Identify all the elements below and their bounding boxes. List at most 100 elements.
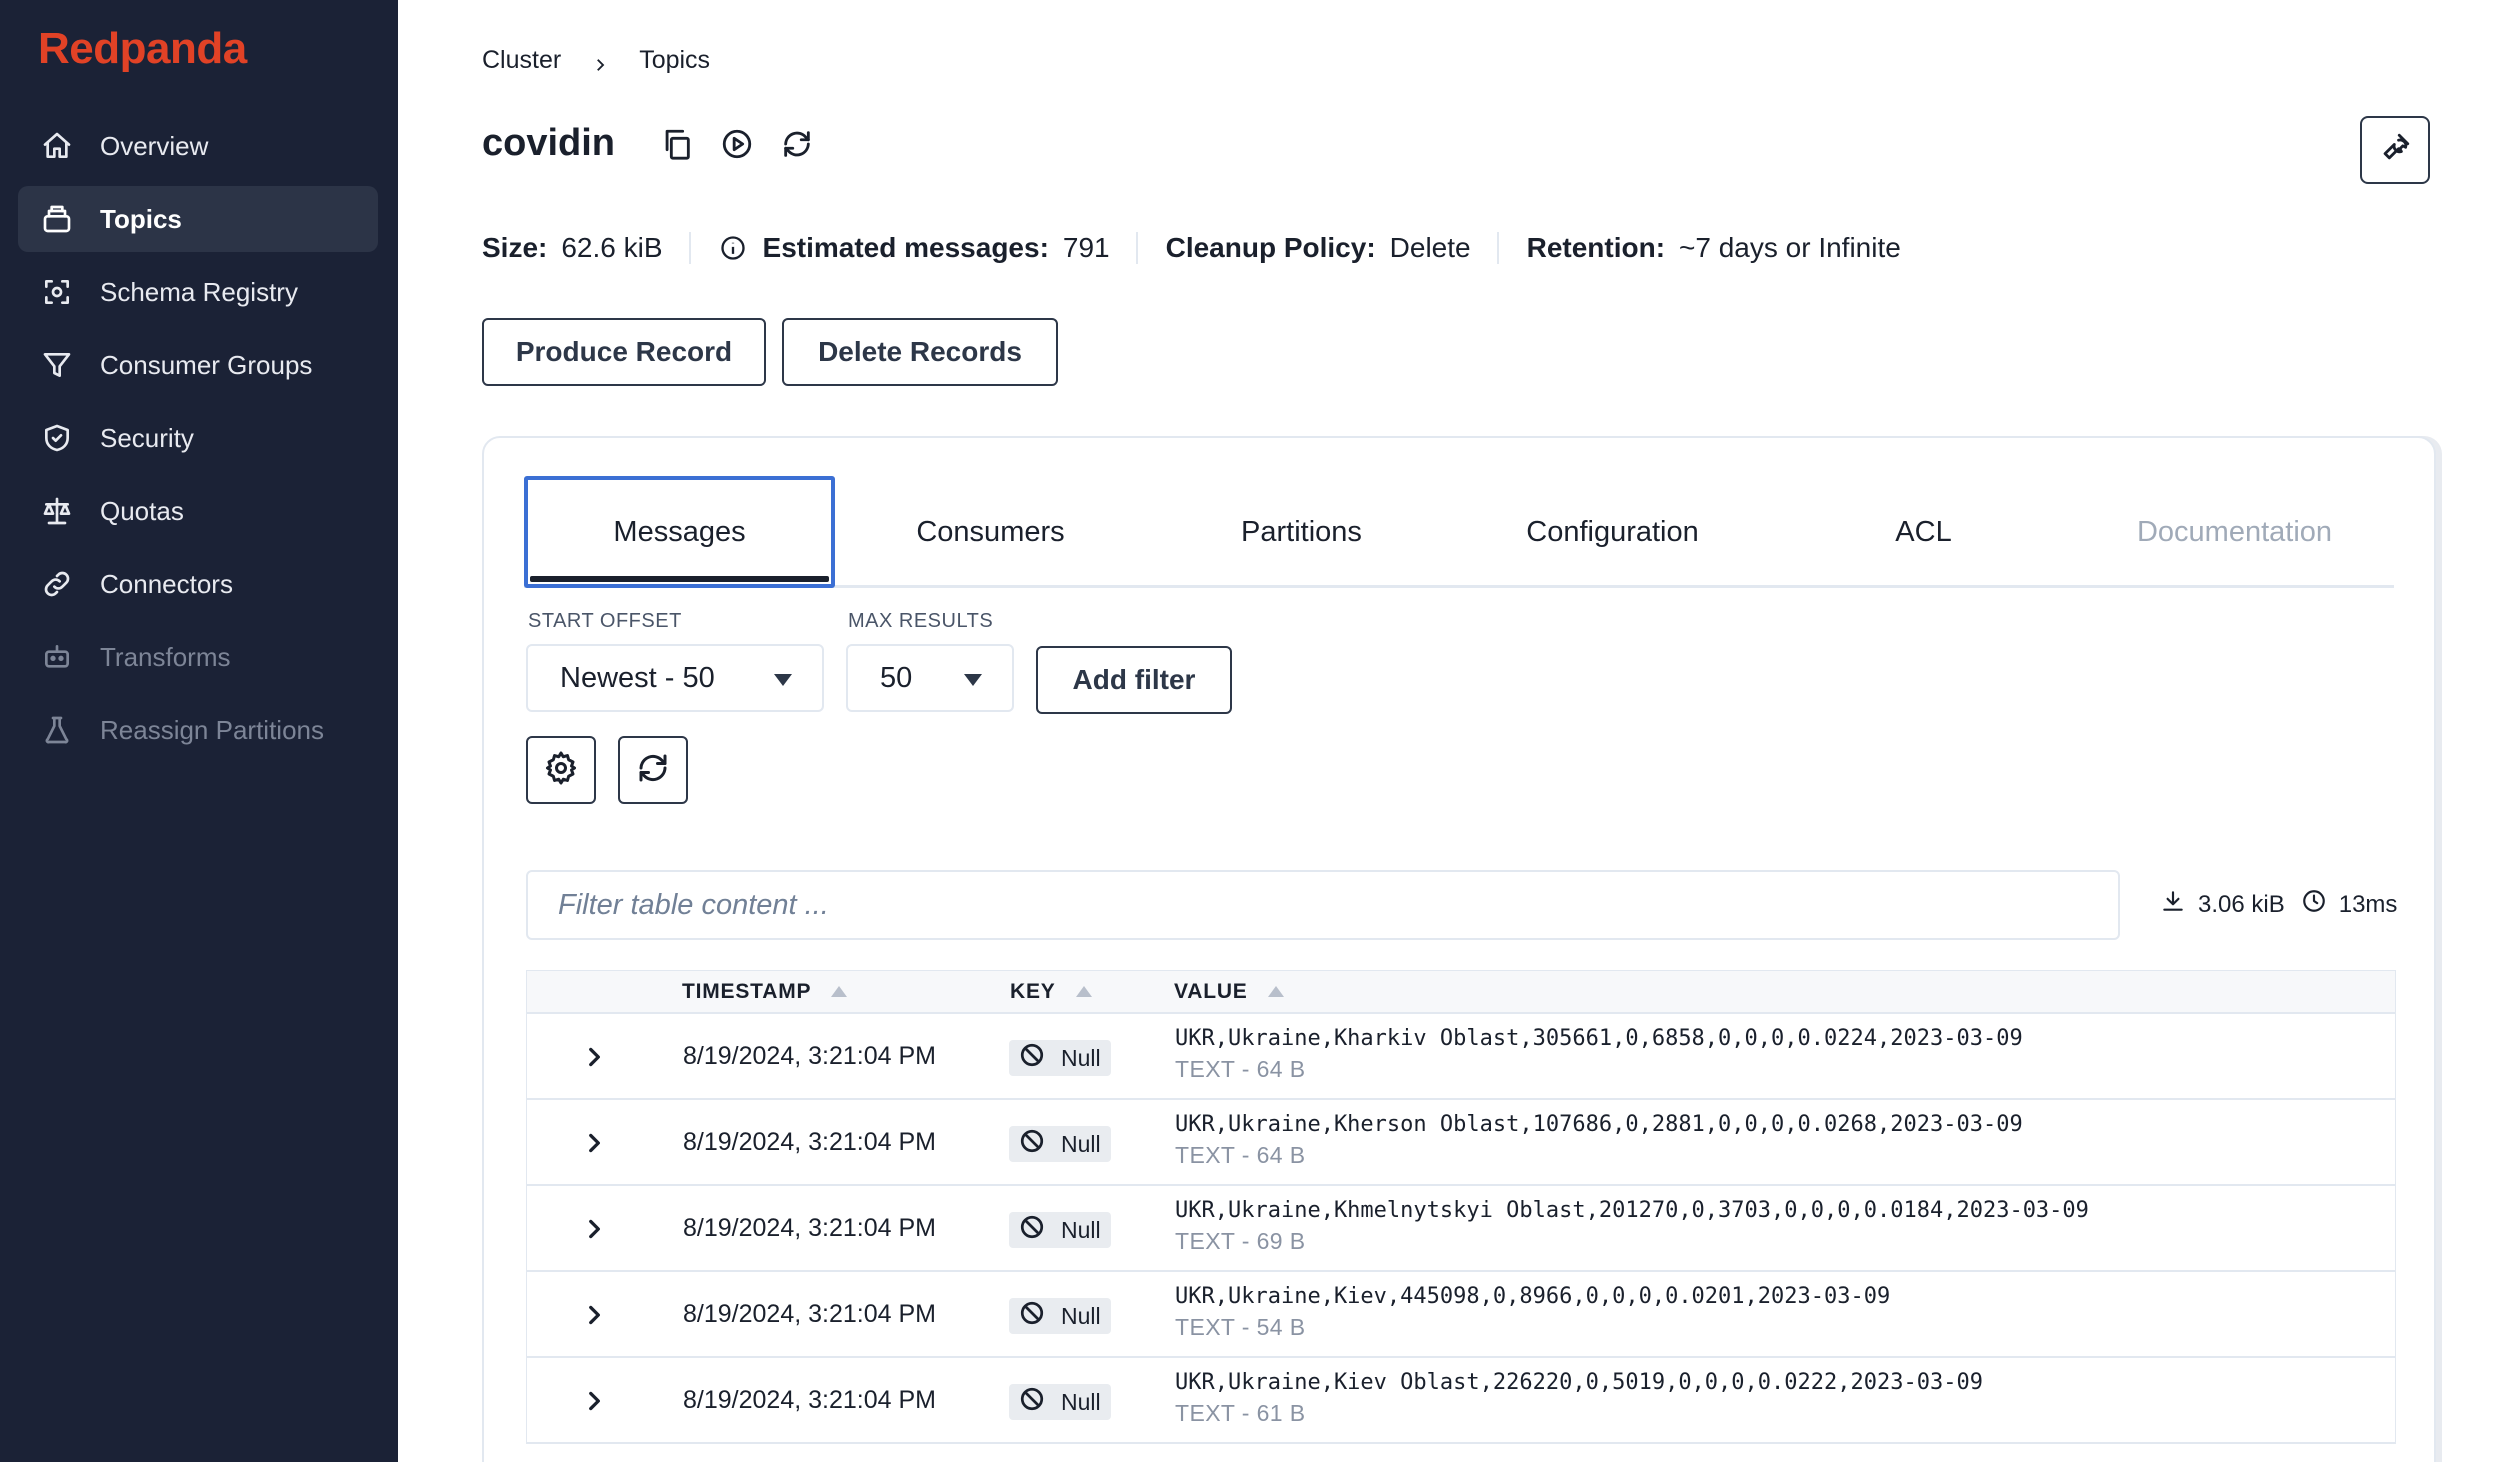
table-header: TIMESTAMP KEY VALUE bbox=[526, 970, 2396, 1014]
sidebar-item-label: Topics bbox=[100, 203, 182, 234]
chevron-right-icon[interactable] bbox=[581, 1130, 607, 1156]
sidebar-item-topics[interactable]: Topics bbox=[18, 186, 378, 252]
null-key-badge: Null bbox=[1009, 1298, 1111, 1334]
settings-button[interactable] bbox=[526, 736, 596, 804]
null-icon bbox=[1019, 1386, 1061, 1418]
filter-table-input[interactable] bbox=[526, 870, 2120, 940]
sidebar-item-label: Quotas bbox=[100, 495, 184, 526]
gear-icon bbox=[543, 750, 579, 791]
breadcrumb-topics[interactable]: Topics bbox=[639, 46, 710, 75]
chevron-right-icon bbox=[591, 52, 609, 71]
row-timestamp: 8/19/2024, 3:21:04 PM bbox=[683, 1214, 936, 1242]
reload-button[interactable] bbox=[618, 736, 688, 804]
shield-icon bbox=[40, 421, 74, 455]
null-icon bbox=[1019, 1042, 1061, 1074]
sidebar-item-label: Transforms bbox=[100, 641, 231, 672]
tab-configuration[interactable]: Configuration bbox=[1457, 476, 1768, 588]
chevron-right-icon[interactable] bbox=[581, 1044, 607, 1070]
chevron-right-icon[interactable] bbox=[581, 1302, 607, 1328]
download-icon bbox=[2160, 888, 2198, 921]
title-row: covidin bbox=[482, 122, 817, 165]
max-results-label: MAX RESULTS bbox=[848, 610, 994, 632]
clock-icon bbox=[2301, 888, 2339, 921]
row-value-type: TEXT - 54 B bbox=[1175, 1314, 1306, 1340]
row-value-type: TEXT - 64 B bbox=[1175, 1142, 1306, 1168]
sidebar-item-security[interactable]: Security bbox=[18, 405, 378, 471]
sidebar-item-connectors[interactable]: Connectors bbox=[18, 551, 378, 617]
sidebar-nav: Overview Topics Schema Registry Consumer… bbox=[18, 113, 378, 770]
null-key-badge: Null bbox=[1009, 1040, 1111, 1076]
row-timestamp: 8/19/2024, 3:21:04 PM bbox=[683, 1300, 936, 1328]
info-icon[interactable] bbox=[719, 234, 747, 262]
sort-icon bbox=[831, 986, 848, 997]
table-row[interactable]: 8/19/2024, 3:21:04 PM Null UKR,Ukraine,K… bbox=[526, 1358, 2396, 1444]
row-value: UKR,Ukraine,Kharkiv Oblast,305661,0,6858… bbox=[1175, 1026, 2023, 1051]
topic-settings-button[interactable] bbox=[2360, 116, 2430, 184]
delete-records-button[interactable]: Delete Records bbox=[782, 318, 1058, 386]
fetch-duration: 13ms bbox=[2338, 890, 2398, 918]
null-icon bbox=[1019, 1214, 1061, 1246]
play-icon[interactable] bbox=[717, 124, 757, 164]
stat-retention: Retention: ~7 days or Infinite bbox=[1526, 232, 1901, 263]
topic-stats: Size: 62.6 kiB Estimated messages: 791 C… bbox=[482, 228, 1955, 268]
tab-documentation[interactable]: Documentation bbox=[2079, 476, 2390, 588]
sidebar-item-reassign-partitions[interactable]: Reassign Partitions bbox=[18, 697, 378, 763]
sidebar-item-consumer-groups[interactable]: Consumer Groups bbox=[18, 332, 378, 398]
row-value: UKR,Ukraine,Kherson Oblast,107686,0,2881… bbox=[1175, 1112, 2023, 1137]
table-row[interactable]: 8/19/2024, 3:21:04 PM Null UKR,Ukraine,K… bbox=[526, 1272, 2396, 1358]
sidebar-item-label: Overview bbox=[100, 130, 209, 161]
null-key-badge: Null bbox=[1009, 1212, 1111, 1248]
tab-messages[interactable]: Messages bbox=[524, 476, 835, 588]
schema-icon bbox=[40, 275, 74, 309]
row-value-type: TEXT - 61 B bbox=[1175, 1400, 1306, 1426]
sidebar-item-label: Consumer Groups bbox=[100, 349, 313, 380]
breadcrumb-cluster[interactable]: Cluster bbox=[482, 46, 561, 75]
table-row[interactable]: 8/19/2024, 3:21:04 PM Null UKR,Ukraine,K… bbox=[526, 1100, 2396, 1186]
sidebar-item-transforms[interactable]: Transforms bbox=[18, 624, 378, 690]
download-size: 3.06 kiB bbox=[2198, 890, 2285, 918]
topics-icon bbox=[40, 202, 74, 236]
tab-acl[interactable]: ACL bbox=[1768, 476, 2079, 588]
fetch-meta: 3.06 kiB 13ms bbox=[2160, 888, 2397, 921]
tab-partitions[interactable]: Partitions bbox=[1146, 476, 1457, 588]
table-row[interactable]: 8/19/2024, 3:21:04 PM Null UKR,Ukraine,K… bbox=[526, 1014, 2396, 1100]
link-icon bbox=[40, 567, 74, 601]
start-offset-label: START OFFSET bbox=[528, 610, 682, 632]
null-icon bbox=[1019, 1128, 1061, 1160]
sidebar-item-schema-registry[interactable]: Schema Registry bbox=[18, 259, 378, 325]
row-timestamp: 8/19/2024, 3:21:04 PM bbox=[683, 1386, 936, 1414]
table-row[interactable]: 8/19/2024, 3:21:04 PM Null UKR,Ukraine,K… bbox=[526, 1186, 2396, 1272]
stat-estimated-messages: Estimated messages: 791 bbox=[719, 232, 1138, 264]
caret-down-icon bbox=[774, 674, 792, 686]
sidebar-item-quotas[interactable]: Quotas bbox=[18, 478, 378, 544]
main-content: Cluster Topics covidin Size: 62.6 kiB Es… bbox=[398, 0, 2502, 1462]
refresh-icon[interactable] bbox=[777, 124, 817, 164]
flask-icon bbox=[40, 713, 74, 747]
row-value-type: TEXT - 64 B bbox=[1175, 1056, 1306, 1082]
null-key-badge: Null bbox=[1009, 1126, 1111, 1162]
redpanda-logo[interactable]: Redpanda bbox=[38, 24, 247, 74]
column-value[interactable]: VALUE bbox=[1174, 980, 1284, 1004]
breadcrumb: Cluster Topics bbox=[482, 46, 710, 75]
stat-cleanup-policy: Cleanup Policy: Delete bbox=[1166, 232, 1499, 264]
scale-icon bbox=[40, 494, 74, 528]
column-timestamp[interactable]: TIMESTAMP bbox=[682, 980, 848, 1004]
sidebar-item-label: Reassign Partitions bbox=[100, 714, 324, 745]
sort-icon bbox=[1267, 986, 1284, 997]
add-filter-button[interactable]: Add filter bbox=[1036, 646, 1232, 714]
chevron-right-icon[interactable] bbox=[581, 1216, 607, 1242]
row-value-type: TEXT - 69 B bbox=[1175, 1228, 1306, 1254]
copy-icon[interactable] bbox=[657, 124, 697, 164]
row-value: UKR,Ukraine,Kiev,445098,0,8966,0,0,0,0.0… bbox=[1175, 1284, 1891, 1309]
sidebar-item-overview[interactable]: Overview bbox=[18, 113, 378, 179]
column-key[interactable]: KEY bbox=[1010, 980, 1092, 1004]
chevron-right-icon[interactable] bbox=[581, 1388, 607, 1414]
refresh-icon bbox=[635, 750, 671, 791]
home-icon bbox=[40, 129, 74, 163]
filter-icon bbox=[40, 348, 74, 382]
produce-record-button[interactable]: Produce Record bbox=[482, 318, 766, 386]
start-offset-select[interactable]: Newest - 50 bbox=[526, 644, 824, 712]
tab-consumers[interactable]: Consumers bbox=[835, 476, 1146, 588]
max-results-select[interactable]: 50 bbox=[846, 644, 1014, 712]
null-key-badge: Null bbox=[1009, 1384, 1111, 1420]
